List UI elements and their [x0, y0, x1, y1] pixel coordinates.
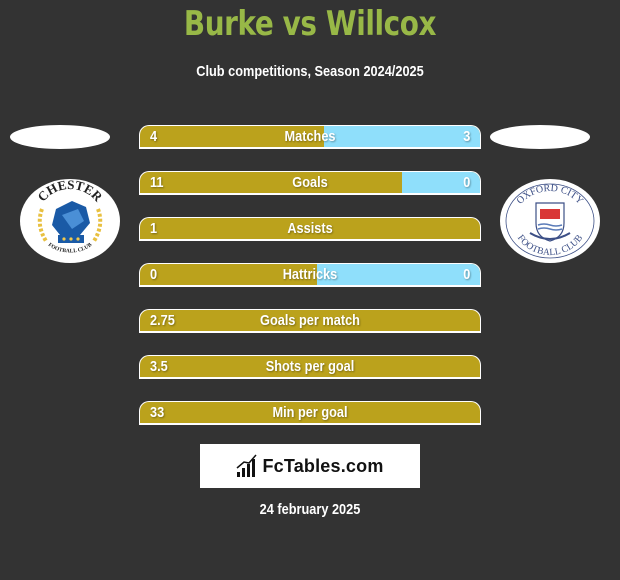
stat-label: Assists	[287, 220, 333, 237]
stat-bar-goals-per-match: 2.75 Goals per match	[139, 309, 481, 333]
stat-label: Min per goal	[272, 404, 348, 421]
brand-name: FcTables.com	[262, 455, 384, 476]
right-value: 3	[462, 128, 470, 145]
bar-chart-icon	[236, 454, 258, 477]
left-value: 1	[150, 220, 158, 237]
stat-bar-assists: 1 Assists	[139, 217, 481, 241]
oxford-city-fc-crest-icon[interactable]: OXFORD CITY FOOTBALL CLUB	[500, 179, 600, 263]
left-value: 0	[150, 266, 158, 283]
stat-bar-min-per-goal: 33 Min per goal	[139, 401, 481, 425]
right-player-photo-placeholder	[490, 125, 590, 149]
stat-label: Goals	[292, 174, 328, 191]
stat-bar-matches: 4 Matches 3	[139, 125, 481, 149]
right-value: 0	[462, 174, 470, 191]
date-label: 24 february 2025	[259, 501, 361, 518]
left-value: 11	[150, 174, 164, 191]
stat-label: Goals per match	[260, 312, 360, 329]
chester-fc-crest-icon[interactable]: CHESTER FOOTBALL CLUB	[20, 179, 120, 263]
stat-label: Shots per goal	[265, 358, 355, 375]
page-title: Burke vs Willcox	[183, 4, 437, 44]
competition-subtitle: Club competitions, Season 2024/2025	[196, 63, 424, 80]
right-value: 0	[462, 266, 470, 283]
left-player-photo-placeholder	[10, 125, 110, 149]
stat-label: Matches	[284, 128, 336, 145]
fctables-brand-logo[interactable]: FcTables.com	[200, 444, 420, 488]
left-value: 33	[150, 404, 165, 421]
stat-bar-shots-per-goal: 3.5 Shots per goal	[139, 355, 481, 379]
stat-bar-goals: 11 Goals 0	[139, 171, 481, 195]
stat-bar-hattricks: 0 Hattricks 0	[139, 263, 481, 287]
stat-label: Hattricks	[282, 266, 338, 283]
left-value: 4	[150, 128, 158, 145]
